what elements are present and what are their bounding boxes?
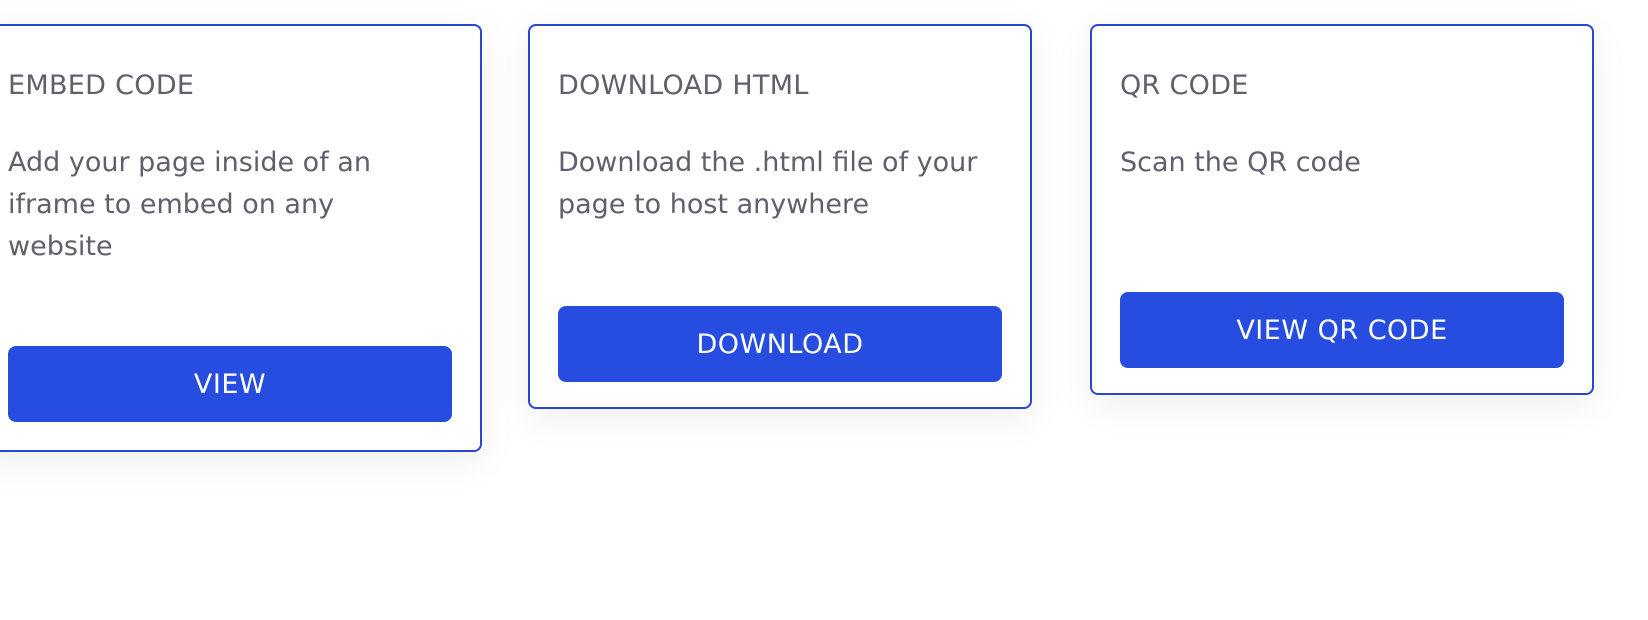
download-html-button[interactable]: DOWNLOAD [558,306,1002,382]
qr-code-description: Scan the QR code [1120,147,1361,178]
embed-code-title: EMBED CODE [8,70,195,101]
embed-code-description: Add your page inside of an iframe to emb… [8,147,371,262]
view-embed-code-button[interactable]: VIEW [8,346,452,422]
download-html-title: DOWNLOAD HTML [558,70,809,101]
download-html-card: DOWNLOAD HTML Download the .html file of… [528,24,1032,409]
view-qr-code-button[interactable]: VIEW QR CODE [1120,292,1564,368]
qr-code-title: QR CODE [1120,70,1249,101]
qr-code-card: QR CODE Scan the QR code VIEW QR CODE [1090,24,1594,395]
download-html-description: Download the .html file of your page to … [558,147,978,220]
embed-code-card: EMBED CODE Add your page inside of an if… [0,24,482,452]
share-options-cards: EMBED CODE Add your page inside of an if… [0,0,1648,620]
